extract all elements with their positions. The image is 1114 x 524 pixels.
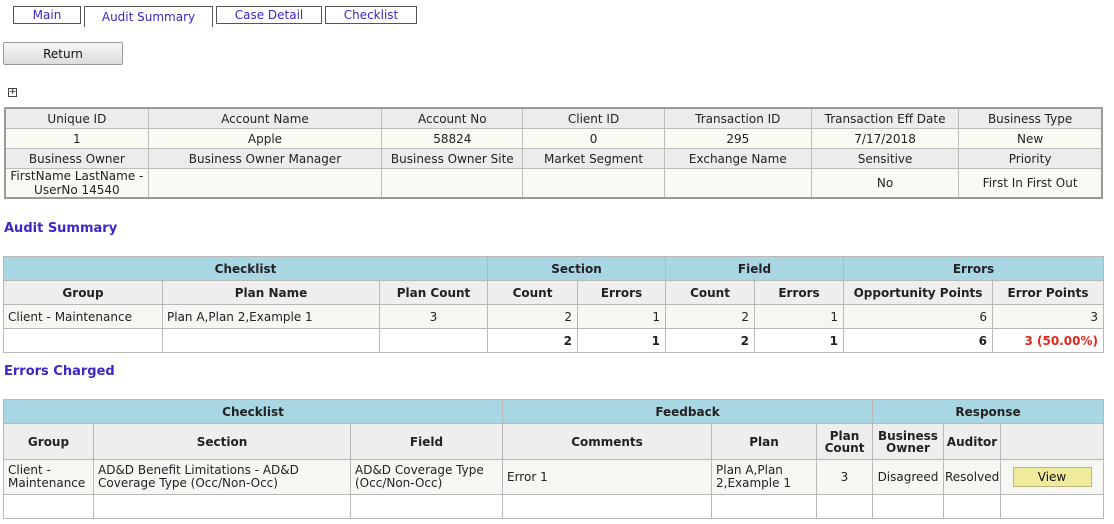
cell-plan-name: Plan A,Plan 2,Example 1 xyxy=(162,304,380,329)
audit-summary-table: Checklist Section Field Errors Group Pla… xyxy=(3,256,1104,353)
header-unique-id: Unique ID xyxy=(4,107,149,129)
case-info-table: Unique ID Account Name Account No Client… xyxy=(4,107,1103,199)
col-plan-count: Plan Count xyxy=(816,423,873,460)
total-error-points: 3 (50.00%) xyxy=(992,328,1104,353)
header-transaction-eff-date: Transaction Eff Date xyxy=(810,107,960,129)
col-field-count: Count xyxy=(665,280,755,305)
cell-section-errors: 1 xyxy=(577,304,666,329)
cell-plan-count: 3 xyxy=(379,304,488,329)
total-section-errors: 1 xyxy=(577,328,666,353)
col-opportunity-points: Opportunity Points xyxy=(843,280,993,305)
table-row: Client - Maintenance Plan A,Plan 2,Examp… xyxy=(3,304,1104,329)
col-comments: Comments xyxy=(502,423,712,460)
total-opportunity-points: 6 xyxy=(843,328,993,353)
cell-plan-count: 3 xyxy=(816,459,873,495)
total-section-count: 2 xyxy=(487,328,578,353)
empty-row xyxy=(3,494,1105,519)
tab-checklist[interactable]: Checklist xyxy=(325,6,417,24)
cell-section: AD&D Benefit Limitations - AD&D Coverage… xyxy=(93,459,351,495)
col-section-count: Count xyxy=(487,280,578,305)
view-button[interactable]: View xyxy=(1012,467,1092,487)
cell-group: Client - Maintenance xyxy=(3,459,94,495)
col-action xyxy=(999,423,1105,460)
col-plan-count: Plan Count xyxy=(379,280,488,305)
value-account-no: 58824 xyxy=(381,128,524,149)
col-field: Field xyxy=(350,423,503,460)
total-field-errors: 1 xyxy=(754,328,844,353)
tab-audit-summary[interactable]: Audit Summary xyxy=(84,6,213,27)
col-plan: Plan xyxy=(711,423,817,460)
header-client-id: Client ID xyxy=(522,107,665,129)
cell-opportunity-points: 6 xyxy=(843,304,993,329)
cell-comments: Error 1 xyxy=(502,459,712,495)
header-account-no: Account No xyxy=(381,107,524,129)
cell-error-points: 3 xyxy=(992,304,1104,329)
total-plan-count xyxy=(379,328,488,353)
expand-icon[interactable]: + xyxy=(8,88,17,97)
col-plan-name: Plan Name xyxy=(162,280,380,305)
audit-summary-title: Audit Summary xyxy=(4,221,118,236)
group-field: Field xyxy=(665,256,844,281)
total-plan-name xyxy=(162,328,380,353)
header-business-owner-manager: Business Owner Manager xyxy=(147,148,383,169)
cell-field-count: 2 xyxy=(665,304,755,329)
value-transaction-eff-date: 7/17/2018 xyxy=(810,128,960,149)
group-checklist: Checklist xyxy=(3,399,503,424)
tab-case-detail[interactable]: Case Detail xyxy=(216,6,322,24)
group-section: Section xyxy=(487,256,666,281)
cell-group: Client - Maintenance xyxy=(3,304,163,329)
col-auditor: Auditor xyxy=(943,423,1001,460)
value-unique-id: 1 xyxy=(4,128,149,149)
col-section-errors: Errors xyxy=(577,280,666,305)
group-feedback: Feedback xyxy=(502,399,873,424)
group-errors: Errors xyxy=(843,256,1104,281)
cell-auditor: Resolved xyxy=(943,459,1001,495)
cell-section-count: 2 xyxy=(487,304,578,329)
totals-row: 2 1 2 1 6 3 (50.00%) xyxy=(3,328,1104,353)
value-market-segment xyxy=(522,168,665,199)
value-business-owner: FirstName LastName - UserNo 14540 xyxy=(4,168,149,199)
value-priority: First In First Out xyxy=(958,168,1103,199)
col-field-errors: Errors xyxy=(754,280,844,305)
header-transaction-id: Transaction ID xyxy=(663,107,812,129)
group-response: Response xyxy=(871,399,1105,424)
value-business-type: New xyxy=(958,128,1103,149)
total-group xyxy=(3,328,163,353)
errors-charged-title: Errors Charged xyxy=(4,364,115,379)
tab-bar: Main Audit Summary Case Detail Checklist xyxy=(13,6,420,27)
table-row: Client - Maintenance AD&D Benefit Limita… xyxy=(3,459,1105,495)
header-business-owner: Business Owner xyxy=(4,148,149,169)
col-section: Section xyxy=(93,423,351,460)
col-business-owner: Business Owner xyxy=(872,423,944,460)
value-business-owner-site xyxy=(381,168,524,199)
col-group: Group xyxy=(3,423,94,460)
cell-plan: Plan A,Plan 2,Example 1 xyxy=(711,459,817,495)
col-group: Group xyxy=(3,280,163,305)
col-error-points: Error Points xyxy=(992,280,1104,305)
header-priority: Priority xyxy=(958,148,1103,169)
cell-field: AD&D Coverage Type (Occ/Non-Occ) xyxy=(350,459,503,495)
value-sensitive: No xyxy=(810,168,960,199)
group-checklist: Checklist xyxy=(3,256,488,281)
errors-charged-table: Checklist Feedback Response Group Sectio… xyxy=(3,399,1105,519)
header-account-name: Account Name xyxy=(147,107,383,129)
total-field-count: 2 xyxy=(665,328,755,353)
header-sensitive: Sensitive xyxy=(810,148,960,169)
value-exchange-name xyxy=(663,168,812,199)
header-exchange-name: Exchange Name xyxy=(663,148,812,169)
cell-action: View xyxy=(999,459,1105,495)
header-business-owner-site: Business Owner Site xyxy=(381,148,524,169)
header-business-type: Business Type xyxy=(958,107,1103,129)
tab-main[interactable]: Main xyxy=(13,6,81,24)
header-market-segment: Market Segment xyxy=(522,148,665,169)
cell-field-errors: 1 xyxy=(754,304,844,329)
value-transaction-id: 295 xyxy=(663,128,812,149)
return-button[interactable]: Return xyxy=(3,42,123,65)
value-account-name: Apple xyxy=(147,128,383,149)
cell-business-owner: Disagreed xyxy=(872,459,944,495)
value-client-id: 0 xyxy=(522,128,665,149)
value-business-owner-manager xyxy=(147,168,383,199)
